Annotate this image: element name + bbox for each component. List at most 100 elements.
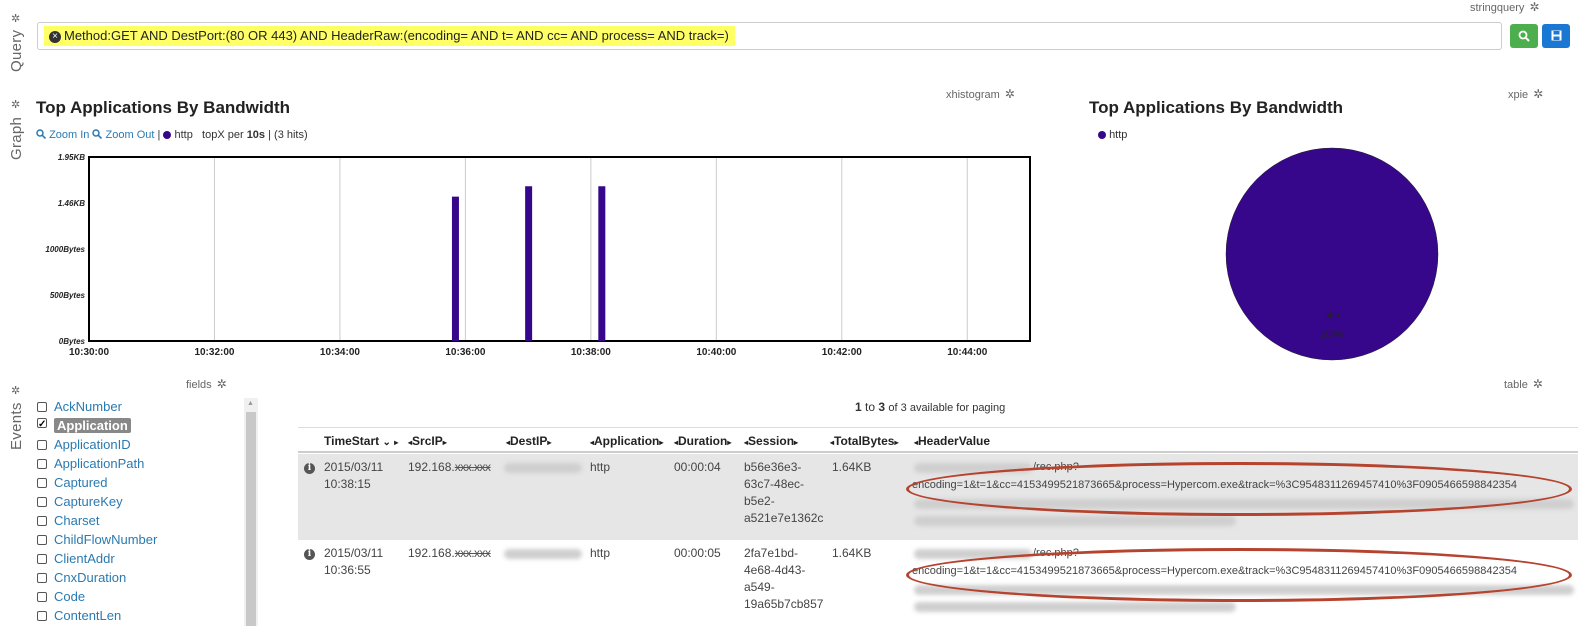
field-item[interactable]: Application [37, 418, 131, 436]
bandwidth-histogram[interactable]: 0Bytes 500Bytes 1000Bytes 1.46KB 1.95KB 10:30… [30, 148, 1035, 363]
col-session[interactable]: ◂Session▸ [744, 434, 798, 448]
col-totalbytes[interactable]: ◂TotalBytes▸ [830, 434, 899, 448]
histogram-bar[interactable] [451, 196, 459, 341]
field-label[interactable]: AckNumber [54, 399, 122, 414]
field-item[interactable]: AckNumber [37, 399, 122, 417]
graph-settings-icon[interactable]: ✲ [11, 98, 20, 111]
row-timestart: 2015/03/11 10:36:55 [324, 545, 383, 579]
row-header-redacted [914, 516, 1236, 526]
events-settings-icon[interactable]: ✲ [11, 384, 20, 397]
field-label[interactable]: CnxDuration [54, 570, 126, 585]
fields-scroll-thumb[interactable] [246, 412, 256, 626]
field-checkbox[interactable] [37, 497, 47, 507]
save-icon [1551, 30, 1561, 41]
series-label[interactable]: http [175, 129, 193, 141]
field-item[interactable]: CnxDuration [37, 570, 126, 588]
row-info-icon[interactable]: i [304, 549, 315, 560]
pie-slice-percent: 100% [1320, 329, 1343, 339]
field-item[interactable]: Code [37, 589, 85, 607]
field-label[interactable]: ChildFlowNumber [54, 532, 157, 547]
col-duration[interactable]: ◂Duration▸ [674, 434, 731, 448]
xhistogram-gear-icon[interactable]: ✲ [1005, 87, 1015, 101]
row-srcip: 192.168.xxx.xxx [408, 459, 491, 476]
field-checkbox[interactable] [37, 554, 47, 564]
field-item[interactable]: ApplicationPath [37, 456, 144, 474]
save-button[interactable] [1542, 24, 1570, 48]
zoom-in-button[interactable]: Zoom In [36, 129, 89, 141]
field-checkbox[interactable] [37, 592, 47, 602]
field-checkbox[interactable] [37, 535, 47, 545]
field-label[interactable]: CaptureKey [54, 494, 123, 509]
field-checkbox[interactable] [37, 573, 47, 583]
col-duration-label: Duration [678, 434, 728, 448]
field-item[interactable]: Captured [37, 475, 107, 493]
field-label[interactable]: Application [54, 418, 131, 433]
topx-prefix: topX per [202, 129, 244, 141]
row-info-icon[interactable]: i [304, 463, 315, 474]
histogram-toolbar: Zoom In Zoom Out | http topX per 10s | (… [36, 129, 308, 141]
bandwidth-pie[interactable]: http 100% [1220, 142, 1445, 367]
field-item[interactable]: ClientAddr [37, 551, 115, 569]
col-srcip-label: SrcIP [412, 434, 443, 448]
highlight-ellipse [906, 462, 1572, 516]
col-destip[interactable]: ◂DestIP▸ [506, 434, 551, 448]
col-srcip-right-icon: ▸ [442, 438, 447, 447]
col-session-label: Session [748, 434, 795, 448]
field-label[interactable]: Captured [54, 475, 107, 490]
col-timestart[interactable]: TimeStart ⌄ ▸ [324, 434, 398, 448]
field-item[interactable]: Charset [37, 513, 100, 531]
field-label[interactable]: ApplicationPath [54, 456, 144, 471]
pie-title: Top Applications By Bandwidth [1089, 98, 1344, 117]
stringquery-panel-tag: stringquery ✲ [1470, 0, 1540, 14]
paging-to: 3 [878, 400, 886, 414]
stringquery-gear-icon[interactable]: ✲ [1529, 0, 1539, 14]
field-label[interactable]: ContentLen [54, 608, 121, 623]
field-checkbox[interactable] [37, 516, 47, 526]
row-destip-redacted [504, 549, 582, 559]
x-tick-label: 10:36:00 [445, 347, 485, 358]
query-token[interactable]: × Method:GET AND DestPort:(80 OR 443) AN… [44, 26, 735, 46]
field-item[interactable]: ChildFlowNumber [37, 532, 157, 550]
pie-legend: http [1098, 129, 1127, 141]
xpie-gear-icon[interactable]: ✲ [1533, 87, 1543, 101]
field-checkbox[interactable] [37, 440, 47, 450]
histogram-bar[interactable] [598, 186, 606, 341]
query-input[interactable]: × Method:GET AND DestPort:(80 OR 443) AN… [37, 22, 1502, 50]
pie-legend-dot [1098, 131, 1106, 139]
col-srcip[interactable]: ◂SrcIP▸ [408, 434, 447, 448]
field-label[interactable]: ApplicationID [54, 437, 131, 452]
field-item[interactable]: ContentLen [37, 608, 121, 626]
field-checkbox[interactable] [37, 418, 47, 428]
field-checkbox[interactable] [37, 459, 47, 469]
table-panel-tag: table ✲ [1504, 377, 1543, 391]
search-button[interactable] [1510, 24, 1538, 48]
field-checkbox[interactable] [37, 611, 47, 621]
pie-legend-label[interactable]: http [1109, 129, 1127, 141]
field-label[interactable]: Charset [54, 513, 100, 528]
x-tick-label: 10:34:00 [320, 347, 360, 358]
field-item[interactable]: ApplicationID [37, 437, 131, 455]
fields-panel-tag: fields ✲ [186, 377, 227, 391]
field-checkbox[interactable] [37, 402, 47, 412]
scroll-up-icon[interactable]: ▲ [247, 400, 254, 407]
row-session-line: a549- [744, 580, 775, 594]
zoom-in-icon [36, 129, 47, 140]
query-settings-icon[interactable]: ✲ [11, 12, 20, 25]
col-headervalue[interactable]: ◂HeaderValue [914, 434, 990, 448]
field-label[interactable]: Code [54, 589, 85, 604]
table-gear-icon[interactable]: ✲ [1533, 377, 1543, 391]
histogram-bar[interactable] [525, 186, 533, 341]
xhistogram-panel-tag: xhistogram ✲ [946, 87, 1015, 101]
field-checkbox[interactable] [37, 478, 47, 488]
col-totalbytes-right-icon: ▸ [894, 438, 899, 447]
field-label[interactable]: ClientAddr [54, 551, 115, 566]
clear-query-icon[interactable]: × [49, 31, 61, 43]
row-srcip-prefix: 192.168. [408, 546, 455, 560]
zoom-out-label: Zoom Out [105, 129, 155, 141]
col-application[interactable]: ◂Application▸ [590, 434, 663, 448]
field-item[interactable]: CaptureKey [37, 494, 123, 512]
col-duration-right-icon: ▸ [727, 438, 732, 447]
zoom-out-button[interactable]: Zoom Out [92, 129, 154, 141]
sort-desc-icon: ⌄ [382, 437, 391, 448]
fields-gear-icon[interactable]: ✲ [217, 377, 227, 391]
